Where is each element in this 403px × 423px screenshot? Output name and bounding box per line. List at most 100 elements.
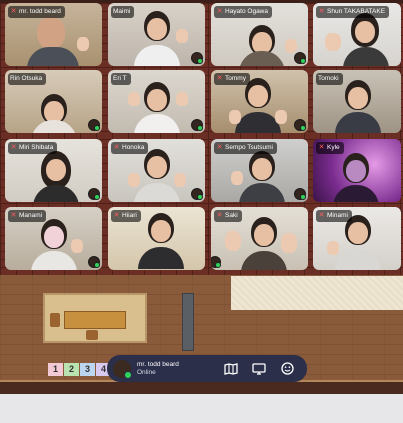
mic-off-icon: ✕ [10,144,17,151]
user-avatar[interactable] [113,359,132,379]
face [355,21,375,43]
participant-avatar [191,188,203,200]
participant-name: Rin Otsuka [10,75,43,82]
mic-off-icon: ✕ [318,212,325,219]
face [254,224,274,246]
user-name: mr. todd beard [137,360,179,368]
emoji-icon [281,362,294,375]
mic-off-icon: ✕ [113,144,120,151]
screen-share-icon [252,362,266,375]
number-tile-1[interactable]: 1 [48,363,63,376]
participant-avatar [294,52,306,64]
participant-name: Tommy [225,75,246,82]
face [147,89,167,111]
video-tile[interactable]: ✕ Sempo Tsutsumi [211,139,308,202]
video-tile[interactable]: ✕ Hiiari [108,207,205,270]
hand [285,39,297,53]
number-tile-2[interactable]: 2 [64,363,79,376]
video-tile[interactable]: ✕ Tommy [211,70,308,133]
participant-avatar [88,256,100,268]
participant-name-tag: ✕ Tommy [214,73,250,85]
participant-name: Minami [327,212,348,219]
mic-off-icon: ✕ [10,212,17,219]
desk[interactable] [64,311,126,329]
face [248,85,268,107]
hand [325,33,341,51]
participant-name-tag: Maimi [111,6,135,18]
participant-name-tag: Tomoki [316,73,343,85]
participant-name-tag: ✕ Hayato Ogawa [214,6,272,18]
video-tile[interactable]: ✕ mr. todd beard [5,3,102,66]
participant-name-tag: ✕ Minami [316,210,352,222]
participant-avatar [294,188,306,200]
hand [229,110,241,124]
face [252,158,272,180]
hand [275,110,287,124]
participant-name-tag: ✕ Honoka [111,142,149,154]
chair [50,313,60,327]
hand [327,241,339,255]
video-tile[interactable]: ✕ Kyle [313,139,401,202]
number-tile-3[interactable]: 3 [80,363,95,376]
participant-avatar [191,52,203,64]
participant-name: Shun TAKABATAKE [327,8,386,15]
participant-name: Maimi [113,8,131,15]
participant-name-tag: ✕ Hiiari [111,210,141,222]
user-info[interactable]: mr. todd beard Online [137,361,214,377]
participant-name: Hiiari [122,212,137,219]
participant-name: Honoka [122,144,145,151]
person [37,17,65,49]
video-tile[interactable]: ✕ Hayato Ogawa [211,3,308,66]
participant-avatar [191,119,203,131]
participant-avatar [88,119,100,131]
face [44,226,64,248]
rug [231,276,403,310]
number-tile-label: 3 [84,364,90,374]
hand [128,92,140,106]
screen-share-button[interactable] [248,359,270,379]
participant-avatar [88,188,100,200]
participant-name-tag: ✕ Miri Shibata [8,142,58,154]
video-tile[interactable]: ✕ Shun TAKABATAKE [313,3,401,66]
map-icon [224,362,238,375]
mic-off-icon: ✕ [216,75,223,82]
video-tile[interactable]: Tomoki [313,70,401,133]
mic-off-icon: ✕ [216,8,223,15]
hand [128,173,140,187]
participant-name: mr. todd beard [19,8,61,15]
face [151,220,171,242]
video-tile[interactable]: Rin Otsuka [5,70,102,133]
virtual-office-canvas[interactable]: 1 2 3 4 ✕ mr. todd beard Maimi ✕ Hayato Og… [0,0,403,394]
video-tile[interactable]: ✕ Manami [5,207,102,270]
video-tile[interactable]: ✕ Minami [313,207,401,270]
video-tile[interactable]: ✕ Saki [211,207,308,270]
video-tile[interactable]: Eri T [108,70,205,133]
participant-name-tag: ✕ Shun TAKABATAKE [316,6,390,18]
video-tile[interactable]: ✕ Miri Shibata [5,139,102,202]
hand [281,233,297,253]
number-tile-label: 2 [68,364,74,374]
bottom-bar: mr. todd beard Online [107,355,307,382]
video-tile[interactable]: Maimi [108,3,205,66]
mic-off-icon: ✕ [113,212,120,219]
user-status: Online [137,368,156,376]
video-tile[interactable]: ✕ Honoka [108,139,205,202]
participant-name: Kyle [327,144,340,151]
face [346,160,366,182]
hand [231,171,243,185]
mic-off-icon: ✕ [10,8,17,15]
face [348,222,368,244]
participant-avatar [211,256,221,268]
hand [176,92,188,106]
chair [86,330,98,340]
map-button[interactable] [220,359,242,379]
participant-name: Miri Shibata [19,144,54,151]
mic-off-icon: ✕ [318,8,325,15]
mic-off-icon: ✕ [318,144,325,151]
floor-border [0,380,403,394]
participant-name: Hayato Ogawa [225,8,268,15]
emoji-button[interactable] [277,359,299,379]
face [147,18,167,40]
participant-name-tag: ✕ Saki [214,210,242,222]
mic-off-icon: ✕ [216,212,223,219]
